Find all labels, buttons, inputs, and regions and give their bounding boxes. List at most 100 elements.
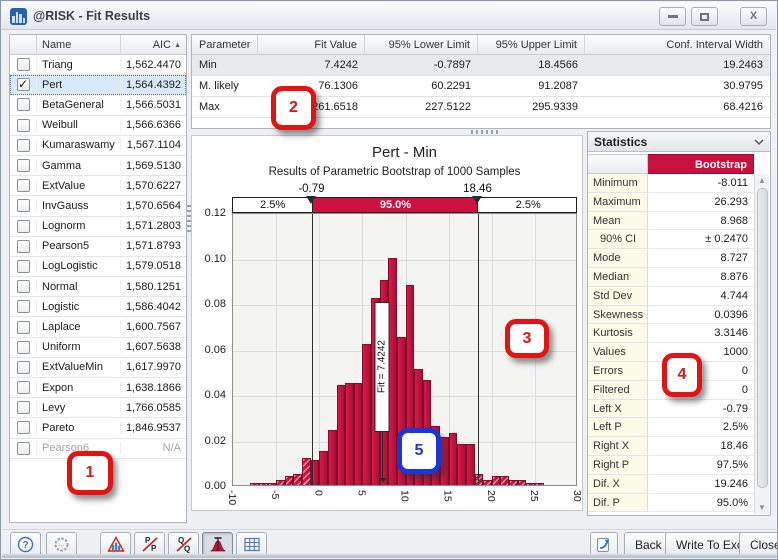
statistic-row[interactable]: Mode8.727 <box>588 249 754 268</box>
fit-checkbox[interactable] <box>17 442 30 455</box>
statistic-row[interactable]: Right X18.46 <box>588 437 754 456</box>
fit-checkbox[interactable] <box>17 401 30 414</box>
parameter-cell: 18.4566 <box>478 59 585 71</box>
distribution-row[interactable]: Gamma1,569.5130 <box>10 156 186 176</box>
checkbox-cell <box>10 442 37 455</box>
statistic-row[interactable]: Std Dev4.744 <box>588 287 754 306</box>
aic-value: 1,571.2803 <box>121 220 186 232</box>
fit-checkbox[interactable] <box>17 98 30 111</box>
interval-width-col-header[interactable]: Conf. Interval Width <box>585 35 770 54</box>
distribution-row[interactable]: ExtValueMin1,617.9970 <box>10 358 186 378</box>
fit-checkbox[interactable] <box>17 179 30 192</box>
scrollbar-thumb[interactable] <box>757 188 768 488</box>
fit-checkbox[interactable] <box>17 361 30 374</box>
distribution-row[interactable]: Levy1,766.0585 <box>10 398 186 418</box>
gridline <box>233 305 576 306</box>
fit-value-col-header[interactable]: Fit Value <box>258 35 365 54</box>
fit-checkbox[interactable] <box>17 159 30 172</box>
fit-checkbox[interactable]: ✓ <box>17 78 30 91</box>
distribution-name: ExtValue <box>37 180 121 192</box>
distribution-row[interactable]: Logistic1,586.4042 <box>10 297 186 317</box>
distribution-row[interactable]: Laplace1,600.7567 <box>10 317 186 337</box>
statistic-row[interactable]: Kurtosis3.3146 <box>588 324 754 343</box>
bootstrap-column-header[interactable]: Bootstrap <box>648 154 754 174</box>
distribution-name: Pearson5 <box>37 240 121 252</box>
distribution-row[interactable]: Expon1,638.1866 <box>10 378 186 398</box>
distribution-row[interactable]: Pareto1,846.9537 <box>10 418 186 438</box>
distribution-row[interactable]: Uniform1,607.5638 <box>10 338 186 358</box>
distribution-row[interactable]: InvGauss1,570.6564 <box>10 196 186 216</box>
distribution-row[interactable]: Pearson51,571.8793 <box>10 237 186 257</box>
upper-limit-col-header[interactable]: 95% Upper Limit <box>478 35 585 54</box>
histogram-bar <box>449 433 458 485</box>
statistic-row[interactable]: Dif. P95.0% <box>588 494 754 513</box>
statistic-row[interactable]: Skewness0.0396 <box>588 306 754 325</box>
statistics-panel: Statistics Bootstrap Minimum-8.011Maximu… <box>587 131 771 516</box>
statistic-label: 90% CI <box>588 230 648 249</box>
distribution-row[interactable]: Triang1,562.4470 <box>10 55 186 75</box>
name-column-header[interactable]: Name <box>37 35 121 54</box>
distribution-row[interactable]: LogLogistic1,579.0518 <box>10 257 186 277</box>
fit-checkbox[interactable] <box>17 321 30 334</box>
chevron-down-icon[interactable] <box>753 136 765 148</box>
distribution-row[interactable]: Lognorm1,571.2803 <box>10 217 186 237</box>
horizontal-splitter-handle[interactable] <box>471 130 499 134</box>
distribution-row[interactable]: ✓Pert1,564.4392 <box>10 75 186 95</box>
param-col-header[interactable]: Parameter <box>192 35 258 54</box>
minimize-button[interactable] <box>659 7 686 26</box>
fit-checkbox[interactable] <box>17 119 30 132</box>
close-icon: X <box>750 11 757 22</box>
y-tick-label: 0.00 <box>192 480 226 492</box>
statistic-row[interactable]: Median8.876 <box>588 268 754 287</box>
fit-checkbox[interactable] <box>17 280 30 293</box>
distribution-row[interactable]: Normal1,580.1251 <box>10 277 186 297</box>
svg-text:...: ... <box>59 541 65 548</box>
scroll-down-icon[interactable]: ▼ <box>755 503 769 512</box>
fit-checkbox[interactable] <box>17 421 30 434</box>
maximize-button[interactable] <box>691 7 718 26</box>
distribution-row[interactable]: ExtValue1,570.6227 <box>10 176 186 196</box>
aic-column-header[interactable]: AIC▲ <box>121 35 186 54</box>
statistic-row[interactable]: Left X-0.79 <box>588 400 754 419</box>
distribution-name: Kumaraswamy <box>37 139 121 151</box>
checkbox-column-header[interactable] <box>10 35 37 54</box>
fit-checkbox[interactable] <box>17 139 30 152</box>
lower-limit-col-header[interactable]: 95% Lower Limit <box>365 35 478 54</box>
right-delimiter-handle[interactable] <box>472 196 482 204</box>
statistic-label: Filtered <box>588 381 648 400</box>
close-button[interactable]: X <box>740 7 767 26</box>
statistic-row[interactable]: Right P97.5% <box>588 456 754 475</box>
distribution-row[interactable]: BetaGeneral1,566.5031 <box>10 95 186 115</box>
fit-checkbox[interactable] <box>17 300 30 313</box>
aic-value: N/A <box>121 442 186 454</box>
statistic-row[interactable]: 90% CI± 0.2470 <box>588 230 754 249</box>
fit-checkbox[interactable] <box>17 341 30 354</box>
maximize-icon <box>700 13 709 21</box>
statistic-row[interactable]: Left P2.5% <box>588 418 754 437</box>
callout-badge-3: 3 <box>505 319 549 358</box>
distribution-row[interactable]: Kumaraswamy1,567.1104 <box>10 136 186 156</box>
fit-checkbox[interactable] <box>17 199 30 212</box>
statistic-row[interactable]: Mean8.968 <box>588 212 754 231</box>
statistic-row[interactable]: Maximum26.293 <box>588 193 754 212</box>
histogram-bar <box>535 483 544 485</box>
statistic-row[interactable]: Minimum-8.011 <box>588 174 754 193</box>
fit-checkbox[interactable] <box>17 58 30 71</box>
fit-checkbox[interactable] <box>17 240 30 253</box>
left-delimiter-handle[interactable] <box>306 196 316 204</box>
checkbox-cell <box>10 139 37 152</box>
parameter-row[interactable]: Min7.4242-0.789718.456619.2463 <box>192 55 770 76</box>
fit-checkbox[interactable] <box>17 220 30 233</box>
statistic-row[interactable]: Dif. X19.246 <box>588 475 754 494</box>
scroll-up-icon[interactable]: ▲ <box>755 176 769 185</box>
chart-subtitle: Results of Parametric Bootstrap of 1000 … <box>212 166 577 178</box>
statistics-panel-header[interactable]: Statistics <box>588 132 770 152</box>
statistics-scrollbar[interactable]: ▲ ▼ <box>754 174 769 514</box>
distribution-row[interactable]: Weibull1,566.6366 <box>10 116 186 136</box>
delimiter-line[interactable] <box>312 214 313 485</box>
fit-checkbox[interactable] <box>17 381 30 394</box>
fit-checkbox[interactable] <box>17 260 30 273</box>
delimiter-line[interactable] <box>478 214 479 485</box>
bottom-toolbar: ? ... PP QQ Back Write To Excel Close <box>2 529 776 557</box>
statistic-label: Mode <box>588 249 648 268</box>
